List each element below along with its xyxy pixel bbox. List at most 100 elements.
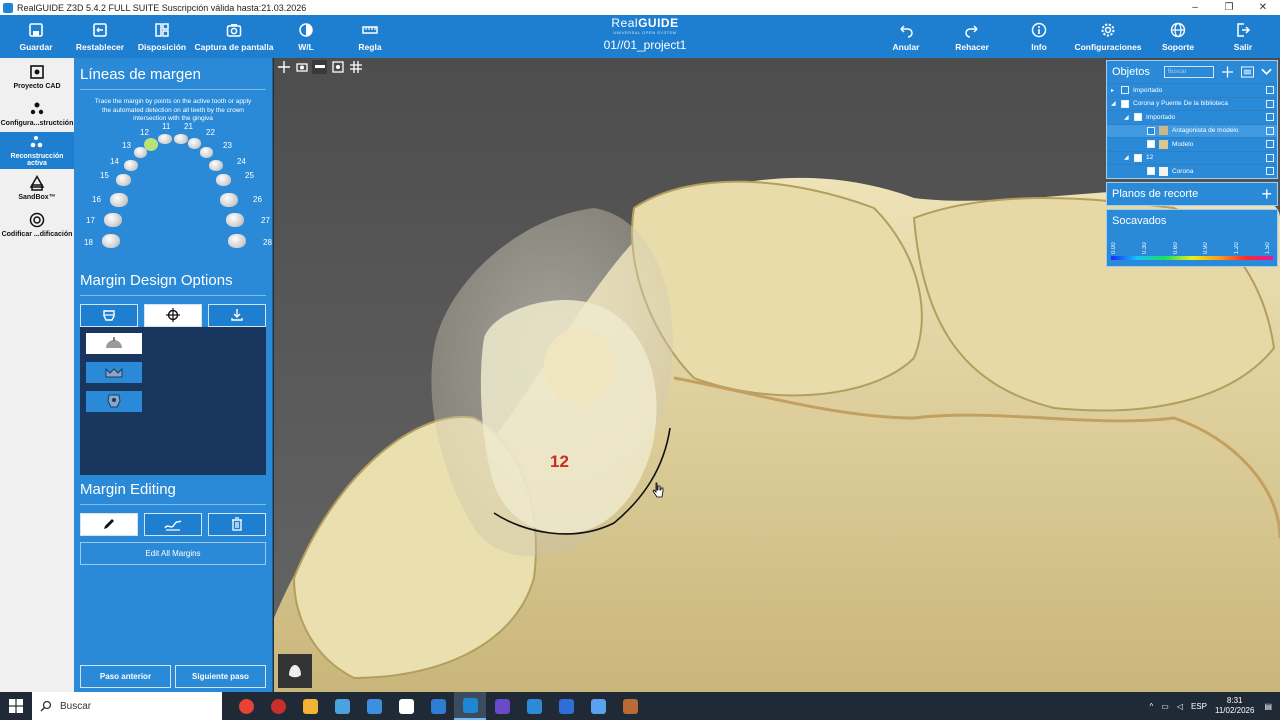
tooth-15[interactable]	[116, 173, 131, 186]
volume-icon[interactable]: ◁	[1177, 702, 1183, 711]
objects-search-input[interactable]: Buscar	[1163, 66, 1215, 78]
undo-button[interactable]: Anular	[886, 15, 926, 58]
taskbar-app-4[interactable]	[358, 692, 390, 720]
crosshair-tab[interactable]	[144, 303, 202, 327]
move-tool[interactable]	[276, 60, 291, 74]
info-button[interactable]: Info	[1024, 15, 1054, 58]
color-swatch[interactable]	[1159, 139, 1168, 149]
object-tree-row[interactable]: ▸ Importado	[1107, 83, 1277, 97]
jaw-tool[interactable]	[312, 60, 327, 74]
layout-button[interactable]: Disposición	[138, 15, 186, 58]
save-button[interactable]: Guardar	[14, 15, 58, 58]
taskbar-app-3[interactable]	[326, 692, 358, 720]
start-button[interactable]	[0, 692, 32, 720]
taskbar-app-9[interactable]	[518, 692, 550, 720]
row-menu-icon[interactable]	[1266, 140, 1274, 149]
tooth-27[interactable]	[226, 212, 244, 227]
taskbar-app-12[interactable]	[614, 692, 646, 720]
tooth-22[interactable]	[188, 137, 201, 149]
reset-button[interactable]: Restablecer	[74, 15, 126, 58]
taskbar-app-0[interactable]	[230, 692, 262, 720]
exit-button[interactable]: Salir	[1228, 15, 1258, 58]
visibility-checkbox[interactable]	[1134, 153, 1142, 162]
screenshot-button[interactable]: Captura de pantalla	[194, 15, 274, 58]
minimize-button[interactable]: –	[1178, 2, 1212, 13]
tooth-24[interactable]	[209, 159, 223, 171]
design-option[interactable]	[86, 332, 142, 354]
crown-tab[interactable]	[80, 303, 138, 327]
previous-step-button[interactable]: Paso anterior	[80, 665, 171, 688]
add-clipping-plane-button[interactable]: +	[1261, 185, 1272, 203]
design-option[interactable]	[86, 390, 142, 412]
taskbar-app-8[interactable]	[486, 692, 518, 720]
list-icon[interactable]	[1241, 66, 1254, 78]
settings-button[interactable]: Configuraciones	[1074, 15, 1142, 58]
pencil-tool[interactable]	[80, 512, 138, 536]
tooth-25[interactable]	[216, 173, 231, 186]
design-option[interactable]	[86, 361, 142, 383]
taskbar-app-2[interactable]	[294, 692, 326, 720]
row-menu-icon[interactable]	[1266, 126, 1274, 135]
smooth-tool[interactable]	[144, 512, 202, 536]
nav-active-reconstruction[interactable]: Reconstrucción activa	[0, 132, 74, 169]
tooth-17[interactable]	[104, 212, 122, 227]
nav-cad-project[interactable]: Proyecto CAD	[0, 58, 74, 95]
color-swatch[interactable]	[1159, 126, 1168, 136]
notification-icon[interactable]: ▤	[1264, 702, 1272, 711]
color-swatch[interactable]	[1159, 166, 1168, 176]
visibility-checkbox[interactable]	[1134, 113, 1142, 122]
row-menu-icon[interactable]	[1266, 86, 1274, 95]
tray-chevron-icon[interactable]: ^	[1149, 702, 1153, 711]
taskbar-app-6[interactable]	[422, 692, 454, 720]
expand-arrow-icon[interactable]: ◢	[1111, 100, 1121, 107]
edit-all-margins-button[interactable]: Edit All Margins	[80, 541, 266, 565]
tooth-14[interactable]	[124, 159, 138, 171]
network-icon[interactable]: ▭	[1161, 702, 1169, 711]
taskbar-app-11[interactable]	[582, 692, 614, 720]
object-tree-row[interactable]: ◢ Importado	[1107, 110, 1277, 124]
visibility-checkbox[interactable]	[1121, 86, 1129, 95]
visibility-checkbox[interactable]	[1147, 167, 1155, 176]
object-tree-row[interactable]: Antagonista de modelo	[1107, 123, 1277, 137]
redo-button[interactable]: Rehacer	[952, 15, 992, 58]
move-icon[interactable]	[1222, 66, 1234, 78]
language-indicator[interactable]: ESP	[1191, 702, 1207, 711]
tooth-16[interactable]	[110, 192, 128, 207]
nav-construction-config[interactable]: Configura...structción	[0, 95, 74, 132]
taskbar-app-7[interactable]	[454, 692, 486, 720]
grid-tool[interactable]	[348, 60, 363, 74]
expand-arrow-icon[interactable]: ▸	[1111, 87, 1121, 94]
taskbar-app-10[interactable]	[550, 692, 582, 720]
visibility-checkbox[interactable]	[1147, 126, 1155, 135]
expand-arrow-icon[interactable]: ◢	[1124, 154, 1134, 161]
delete-tool[interactable]	[208, 512, 266, 536]
tooth-view-button[interactable]	[278, 654, 312, 688]
close-button[interactable]: ✕	[1246, 2, 1280, 13]
taskbar-app-1[interactable]	[262, 692, 294, 720]
restore-button[interactable]: ❐	[1212, 2, 1246, 13]
tooth-26[interactable]	[220, 192, 238, 207]
camera-tool[interactable]	[294, 60, 309, 74]
window-level-button[interactable]: W/L	[288, 15, 324, 58]
tooth-23[interactable]	[200, 146, 213, 158]
taskbar-search[interactable]: Buscar	[32, 692, 222, 720]
expand-arrow-icon[interactable]: ◢	[1124, 114, 1134, 121]
tooth-28[interactable]	[228, 233, 246, 248]
taskbar-app-5[interactable]	[390, 692, 422, 720]
support-button[interactable]: Soporte	[1160, 15, 1196, 58]
chevron-down-icon[interactable]	[1261, 68, 1272, 76]
tooth-11[interactable]	[158, 133, 172, 144]
nav-sandbox[interactable]: SandBox™	[0, 169, 74, 206]
tooth-12-selected[interactable]	[144, 137, 158, 151]
object-tree-row[interactable]: Corona	[1107, 164, 1277, 178]
row-menu-icon[interactable]	[1266, 113, 1274, 122]
scan-tool[interactable]	[330, 60, 345, 74]
ruler-button[interactable]: Regla	[352, 15, 388, 58]
object-tree-row[interactable]: ◢ 12	[1107, 150, 1277, 165]
visibility-checkbox[interactable]	[1121, 99, 1129, 108]
object-tree-row[interactable]: ◢ Corona y Puente De la biblioteca	[1107, 96, 1277, 111]
nav-encode[interactable]: Codificar ...dificación	[0, 206, 74, 243]
clock[interactable]: 8:31 11/02/2026	[1215, 696, 1254, 716]
row-menu-icon[interactable]	[1266, 167, 1274, 176]
tooth-21[interactable]	[174, 133, 188, 144]
